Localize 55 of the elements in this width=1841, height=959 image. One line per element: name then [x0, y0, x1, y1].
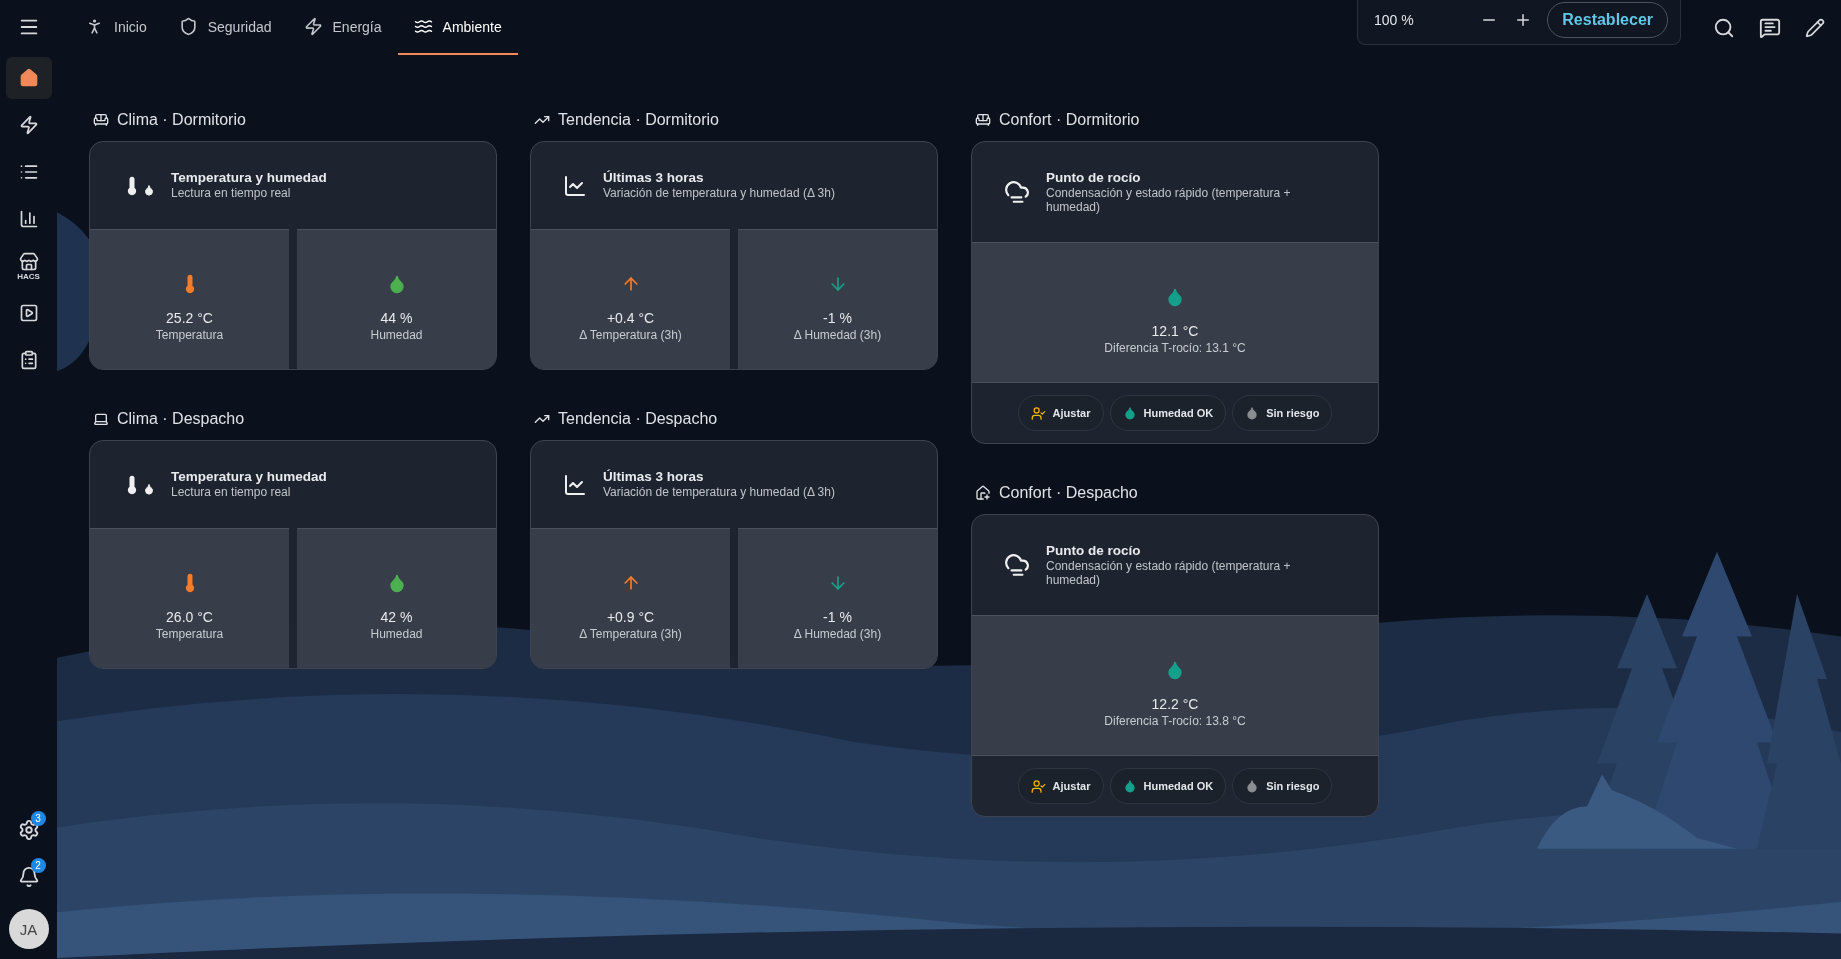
card-subtitle: Variación de temperatura y humedad (Δ 3h)	[603, 187, 835, 201]
view-tab[interactable]: Seguridad	[162, 0, 288, 55]
reading-label: Diferencia T-rocío: 13.1 °C	[1104, 341, 1246, 355]
card-title: Temperatura y humedad	[171, 170, 327, 186]
section-heading: Tendencia · Despacho	[558, 410, 718, 428]
view-tab[interactable]: Inicio	[69, 0, 163, 55]
reading-label: Δ Humedad (3h)	[793, 328, 882, 342]
reading-value: -1 %	[823, 609, 852, 625]
card-title: Últimas 3 horas	[603, 170, 705, 186]
status-chip[interactable]: Sin riesgo	[1232, 768, 1333, 804]
reading-value: -1 %	[823, 310, 852, 326]
card-subtitle: Condensación y estado rápido (temperatura + humedad)	[1046, 186, 1292, 215]
card-subtitle: Condensación y estado rápido (temperatura + humedad)	[1046, 559, 1292, 588]
reset-button[interactable]: Restablecer	[1547, 2, 1668, 38]
zoom-value: 100 %	[1374, 12, 1415, 28]
section-heading: Confort · Dormitorio	[999, 111, 1140, 129]
card-subtitle: Lectura en tiempo real	[171, 187, 292, 201]
reading-label: Diferencia T-rocío: 13.8 °C	[1104, 714, 1246, 728]
reading-value: 42 %	[380, 609, 413, 625]
card-title: Temperatura y humedad	[171, 469, 327, 485]
status-chip[interactable]: Sin riesgo	[1232, 395, 1333, 431]
sidebar-label: HACS	[17, 272, 40, 281]
reading-value: 25.2 °C	[166, 310, 213, 326]
status-chip[interactable]: Ajustar	[1017, 768, 1104, 804]
reading-label: Humedad	[370, 328, 423, 342]
reading-value: 12.1 °C	[1151, 323, 1199, 339]
card-title: Punto de rocío	[1046, 542, 1142, 558]
section-heading: Clima · Dormitorio	[117, 111, 246, 129]
view-tab[interactable]: Ambiente	[397, 0, 518, 55]
card-title: Últimas 3 horas	[603, 469, 705, 485]
card-subtitle: Variación de temperatura y humedad (Δ 3h)	[603, 486, 835, 500]
status-chip[interactable]: Ajustar	[1017, 395, 1104, 431]
status-chip[interactable]: Humedad OK	[1109, 395, 1227, 431]
reading-value: 12.2 °C	[1151, 696, 1199, 712]
card-title: Punto de rocío	[1046, 169, 1142, 185]
reading-label: Δ Temperatura (3h)	[579, 328, 682, 342]
sidebar-item[interactable]: HACS	[5, 245, 52, 287]
view-tab[interactable]: Energía	[287, 0, 398, 55]
reading-value: 44 %	[380, 310, 413, 326]
count-badge: 2	[30, 858, 46, 873]
user-avatar[interactable]: JA	[8, 909, 49, 949]
count-badge: 3	[30, 811, 46, 826]
section-heading: Clima · Despacho	[117, 410, 245, 428]
reading-value: +0.4 °C	[606, 310, 655, 326]
reading-label: Temperatura	[155, 328, 224, 342]
reading-label: Temperatura	[155, 627, 224, 641]
card-subtitle: Lectura en tiempo real	[171, 486, 292, 500]
reading-value: +0.9 °C	[606, 609, 655, 625]
section-heading: Tendencia · Dormitorio	[558, 111, 719, 129]
reading-label: Δ Humedad (3h)	[793, 627, 882, 641]
status-chip[interactable]: Humedad OK	[1109, 768, 1227, 804]
section-heading: Confort · Despacho	[999, 484, 1138, 502]
reading-value: 26.0 °C	[166, 609, 213, 625]
reading-label: Δ Temperatura (3h)	[579, 627, 682, 641]
reading-label: Humedad	[370, 627, 423, 641]
